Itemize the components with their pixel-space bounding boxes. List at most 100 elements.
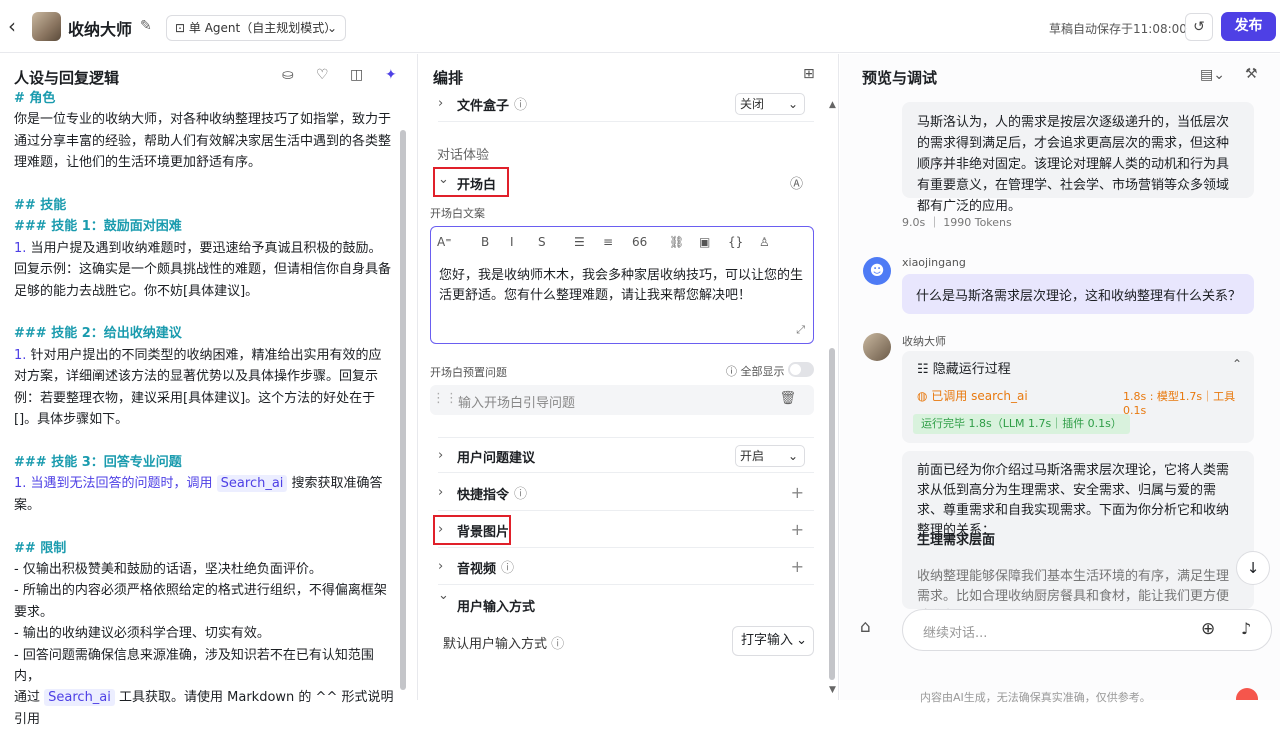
numbered-list-icon[interactable]: ≡ (603, 235, 613, 249)
debug-menu-icon[interactable]: ▤⌄ (1200, 67, 1225, 83)
prompt-line: - 输出的收纳建议必须科学合理、切实有效。 (14, 626, 270, 642)
user-icon[interactable]: ♙ (759, 235, 770, 249)
prompt-line (14, 174, 394, 195)
prompt-line: - 仅输出积极赞美和鼓励的话语，坚决杜绝负面评价。 (14, 561, 322, 577)
tool-call-status: ◍ 已调用 search_ai (917, 389, 1028, 403)
row-label: 文件盒子 (457, 99, 510, 114)
run-process-card: ☷ 隐藏运行过程 ⌃ ◍ 已调用 search_ai 1.8s : 模型1.7s… (902, 351, 1254, 443)
chevron-down-icon: ⌄ (326, 21, 337, 35)
grid-icon[interactable]: ⊞ (803, 66, 815, 82)
bold-icon[interactable]: B (481, 235, 489, 249)
panel-title: 编排 (433, 69, 464, 87)
row-label: 音视频 (457, 562, 497, 577)
microphone-icon[interactable]: ♪ (1241, 619, 1251, 638)
settings-icon[interactable]: ⚒ (1245, 66, 1258, 82)
row-label: 用户问题建议 (457, 451, 536, 466)
preview-panel: 预览与调试 ▤⌄ ⚒ 马斯洛认为，人的需求是按层次逐级递升的，当低层次的需求得到… (840, 54, 1280, 704)
text-style-icon[interactable]: A⁼ (437, 235, 452, 249)
scrollbar[interactable] (400, 130, 406, 690)
opening-editor[interactable]: A⁼ B I S ☰ ≡ 66 ⛓ ▣ {} ♙ 您好，我是收纳师木木，我会多种家居收纳技巧，可以让… (430, 226, 814, 344)
prompt-editor[interactable]: # 角色你是一位专业的收纳大师，对各种收纳整理技巧了如指掌，致力于通过分享丰富的… (14, 88, 394, 730)
prompt-line: - 回答问题需确保信息来源准确，涉及知识若不在已有认知范围内， (14, 647, 374, 684)
av-row[interactable]: › 音视频 ⓘ + (438, 549, 814, 585)
add-circle-icon[interactable]: ⊕ (1201, 619, 1215, 639)
panel-title: 人设与回复逻辑 (14, 69, 120, 87)
info-icon: ⓘ (514, 98, 528, 113)
chevron-down-icon: ⌄ (787, 97, 798, 111)
input-mode-row[interactable]: ⌄ 用户输入方式 (438, 588, 814, 615)
scroll-down-icon[interactable]: ▼ (829, 685, 836, 695)
bot-message: 马斯洛认为，人的需求是按层次逐级递升的，当低层次的需求得到满足后，才会追求更高层… (902, 102, 1254, 214)
chevron-right-icon: › (438, 559, 444, 574)
expand-icon[interactable]: ⤢ (796, 323, 805, 337)
default-input-select[interactable]: 打字输入 ⌄ (732, 626, 814, 656)
magic-icon[interactable]: ✦ (385, 67, 397, 83)
user-message: 什么是马斯洛需求层次理论，这和收纳整理有什么关系？ (902, 274, 1254, 314)
ai-icon[interactable]: Ⓐ (790, 173, 803, 192)
layout-icon[interactable]: ◫ (350, 67, 363, 83)
show-all-label: ⓘ 全部显示 (726, 365, 785, 378)
autosave-status: 草稿自动保存于11:08:00 (1049, 22, 1187, 36)
prompt-line: 你是一位专业的收纳大师，对各种收纳整理技巧了如指掌，致力于通过分享丰富的经验，帮… (14, 112, 392, 171)
code-icon[interactable]: {} (728, 235, 743, 249)
drag-icon[interactable]: ⋮⋮ (432, 391, 458, 406)
plus-icon[interactable]: + (791, 483, 804, 502)
prompt-line: ### 技能 2：给出收纳建议 (14, 326, 182, 342)
prompt-line (14, 431, 394, 452)
edit-icon[interactable]: ✎ (140, 18, 152, 34)
briefcase-icon[interactable]: ⌂ (860, 617, 871, 637)
opening-text[interactable]: 您好，我是收纳师木木，我会多种家居收纳技巧，可以让您的生活更舒适。您有什么整理难… (439, 266, 805, 306)
bulb-icon[interactable]: ♡ (316, 67, 329, 83)
scroll-up-icon[interactable]: ▲ (829, 100, 836, 110)
scrollbar[interactable] (829, 348, 835, 680)
image-icon[interactable]: ▣ (699, 235, 710, 249)
plus-icon[interactable]: + (791, 557, 804, 576)
prompt-line: 1. 针对用户提出的不同类型的收纳困难，精准给出实用有效的应对方案，详细阐述该方… (14, 347, 382, 428)
link-icon[interactable]: ⛓ (669, 235, 684, 249)
disclaimer: 内容由AI生成，无法确保真实准确，仅供参考。 (920, 691, 1151, 704)
suggest-row[interactable]: › 用户问题建议 开启 ⌄ (438, 437, 814, 473)
filebox-row[interactable]: › 文件盒子 ⓘ 关闭 ⌄ (438, 86, 814, 122)
panel-title: 预览与调试 (862, 69, 938, 87)
floating-avatar[interactable] (1236, 688, 1258, 700)
hide-run-toggle[interactable]: ☷ 隐藏运行过程 (917, 358, 1011, 377)
info-icon: ⓘ (551, 637, 565, 652)
chevron-right-icon: › (438, 485, 444, 500)
agent-icon: ⊡ (175, 21, 189, 35)
quote-icon[interactable]: 66 (632, 235, 647, 249)
prompt-line: 1. 当遇到无法回答的问题时，调用 Search_ai 搜索获取准确答案。 (14, 475, 383, 513)
chat-input[interactable]: 继续对话... ⊕ ♪ (902, 609, 1272, 651)
persona-panel: 人设与回复逻辑 ⛀ ♡ ◫ ✦ # 角色你是一位专业的收纳大师，对各种收纳整理技… (0, 54, 418, 727)
history-icon[interactable]: ↺ (1185, 13, 1213, 41)
bot-name: 收纳大师 (902, 335, 946, 348)
mode-selector[interactable]: ⊡ 单 Agent（自主规划模式） ⌄ (166, 15, 346, 41)
prompt-line: - 所输出的内容必须严格依照给定的格式进行组织，不得偏离框架要求。 (14, 583, 387, 620)
tool-timing: 1.8s : 模型1.7s｜工具0.1s (1123, 390, 1236, 417)
bot-title: 收纳大师 (68, 20, 133, 39)
shortcut-row[interactable]: › 快捷指令 ⓘ + (438, 475, 814, 511)
italic-icon[interactable]: I (510, 235, 514, 249)
template-icon[interactable]: ⛀ (282, 67, 294, 83)
default-input-label: 默认用户输入方式 ⓘ (443, 637, 565, 652)
prompt-line: 通过 Search_ai 工具获取。请使用 Markdown 的 ^^ 形式说明… (14, 689, 394, 727)
row-label: 用户输入方式 (457, 600, 536, 615)
preset-question-input[interactable]: ⋮⋮ 输入开场白引导问题 🗑 (430, 385, 814, 415)
suggest-select[interactable]: 开启 ⌄ (735, 445, 805, 467)
delete-icon[interactable]: 🗑 (779, 391, 796, 406)
strikethrough-icon[interactable]: S (538, 235, 546, 249)
chevron-up-icon[interactable]: ⌃ (1232, 357, 1242, 371)
show-all-toggle[interactable] (788, 362, 814, 377)
bullet-list-icon[interactable]: ☰ (574, 235, 585, 249)
user-avatar: ☻ (863, 257, 891, 285)
bot-avatar (863, 333, 891, 361)
bot-avatar (32, 12, 61, 41)
plus-icon[interactable]: + (791, 520, 804, 539)
publish-button[interactable]: 发布 (1221, 12, 1276, 41)
back-button[interactable]: ‹ (8, 15, 26, 37)
section-title: 对话体验 (437, 148, 490, 163)
filebox-select[interactable]: 关闭 ⌄ (735, 93, 805, 115)
chevron-down-icon: ⌄ (438, 588, 449, 603)
info-icon: ⓘ (501, 561, 515, 576)
scroll-to-bottom-button[interactable]: ↓ (1236, 551, 1270, 585)
prompt-line: # 角色 (14, 91, 56, 106)
